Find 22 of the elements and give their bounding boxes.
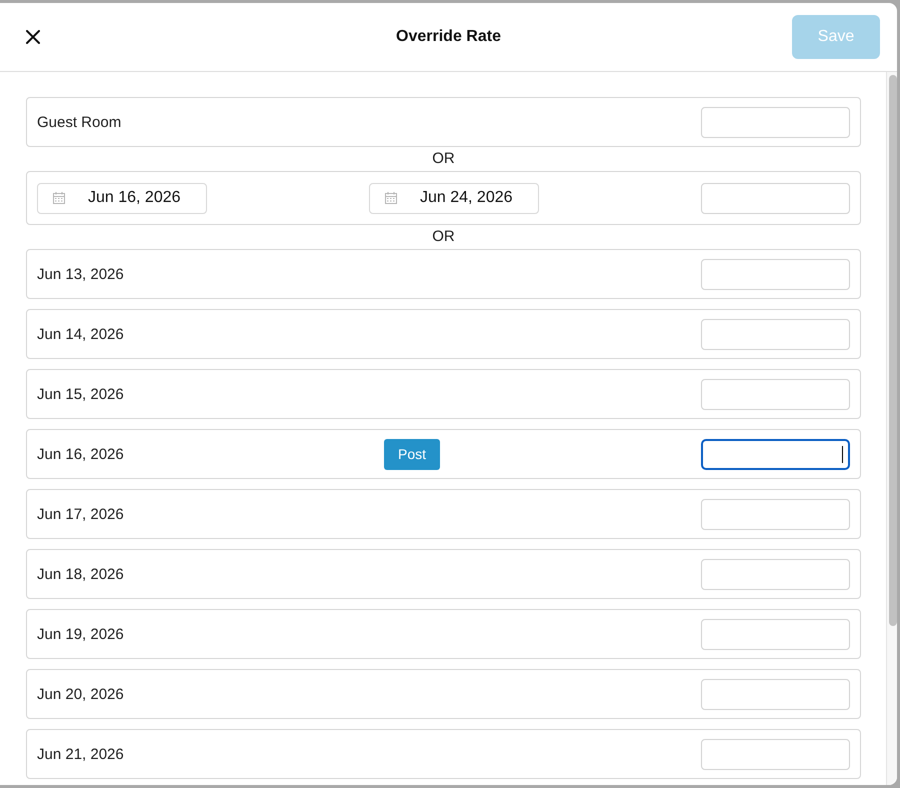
close-button[interactable] <box>26 30 40 44</box>
text-cursor-icon <box>842 446 843 462</box>
date-picker[interactable]: Jun 16, 2026 <box>37 182 207 214</box>
close-icon <box>26 30 40 44</box>
scrollbar-thumb[interactable] <box>889 75 897 626</box>
room-label: Guest Room <box>37 114 122 130</box>
date-label: Jun 13, 2026 <box>37 266 125 282</box>
date-label: Jun 21, 2026 <box>37 746 125 762</box>
rate-input[interactable] <box>701 438 850 470</box>
or-separator: OR <box>432 228 455 246</box>
dialog-title: Override Rate <box>396 28 501 46</box>
date-label: Jun 14, 2026 <box>37 326 125 342</box>
or-separator: OR <box>432 150 455 168</box>
date-label: Jun 18, 2026 <box>37 566 125 582</box>
calendar-icon <box>53 192 65 204</box>
date-label: Jun 20, 2026 <box>37 686 125 702</box>
calendar-icon <box>385 192 397 204</box>
date-label: Jun 19, 2026 <box>37 626 125 642</box>
date-picker[interactable]: Jun 24, 2026 <box>369 182 539 214</box>
date-label: Jun 17, 2026 <box>37 506 125 522</box>
date-label: Jun 15, 2026 <box>37 386 125 402</box>
date-label: Jun 16, 2026 <box>37 446 125 462</box>
